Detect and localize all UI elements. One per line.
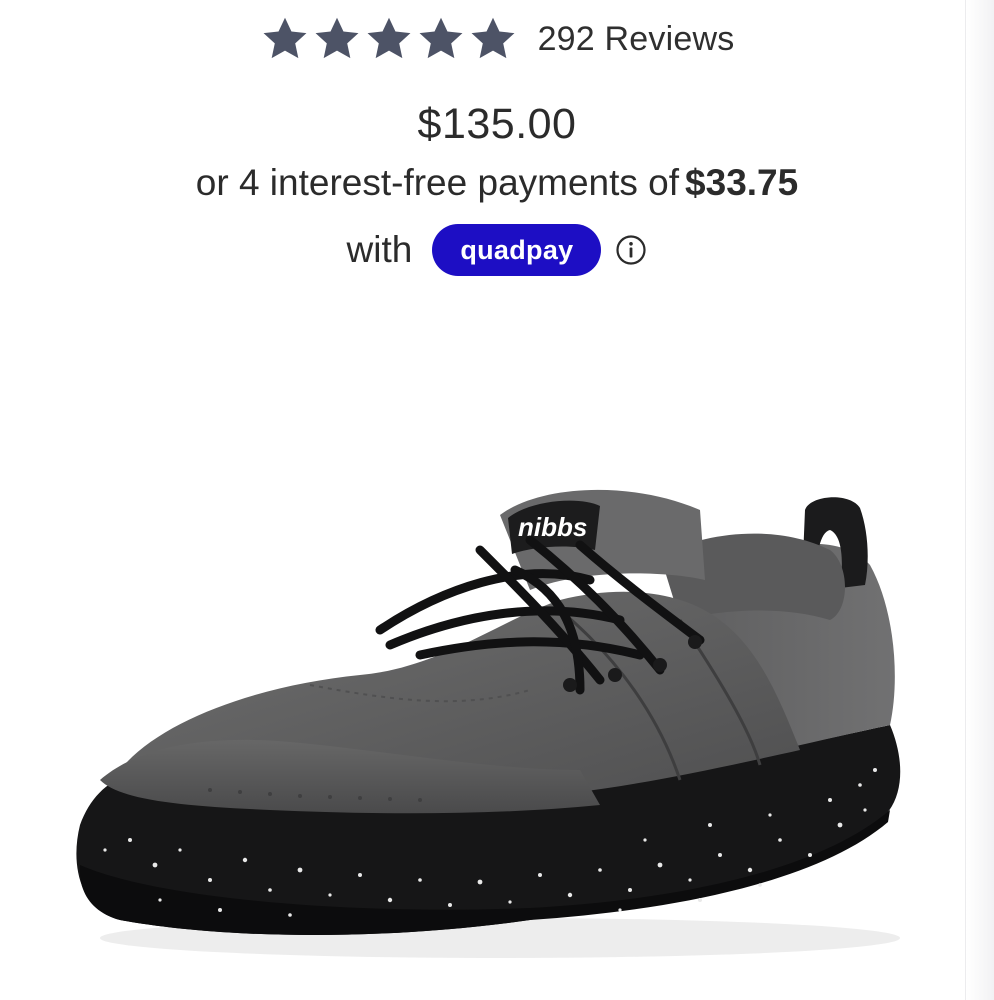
rating-row: 292 Reviews <box>0 14 994 64</box>
star-icon <box>468 14 518 64</box>
star-rating[interactable] <box>260 14 518 64</box>
quadpay-row: with quadpay <box>0 224 994 276</box>
info-circle-icon[interactable] <box>615 234 647 266</box>
reviews-link[interactable]: 292 Reviews <box>538 20 735 59</box>
star-icon <box>260 14 310 64</box>
installment-info: or 4 interest-free payments of $33.75 <box>0 162 994 204</box>
product-price: $135.00 <box>417 100 577 148</box>
with-label: with <box>346 229 413 270</box>
scroll-edge <box>965 0 994 1000</box>
installment-text: or 4 interest-free payments of <box>195 162 680 203</box>
sneaker-image[interactable]: nibbs <box>60 470 940 970</box>
star-icon <box>364 14 414 64</box>
quadpay-logo[interactable]: quadpay <box>432 224 602 276</box>
product-page: 292 Reviews $135.00 or 4 interest-free p… <box>0 0 994 1000</box>
installment-amount: $33.75 <box>685 162 799 203</box>
star-icon <box>416 14 466 64</box>
star-icon <box>312 14 362 64</box>
